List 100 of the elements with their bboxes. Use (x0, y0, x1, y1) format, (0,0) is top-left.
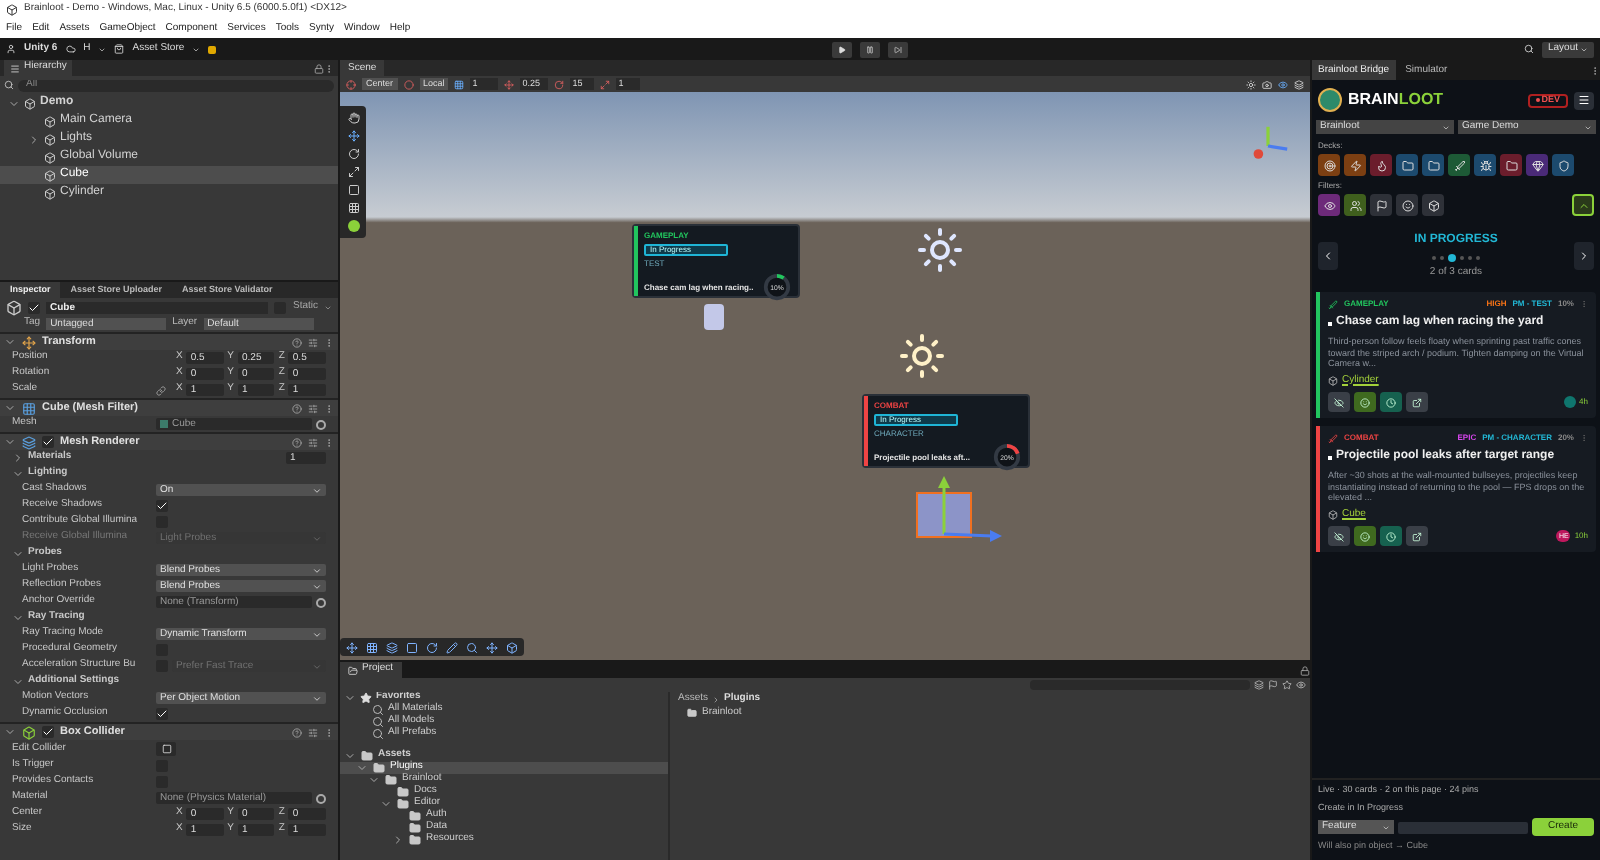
task-card[interactable] (1316, 292, 1596, 418)
camera-icon[interactable] (1262, 79, 1272, 89)
deck-button[interactable] (1552, 154, 1574, 176)
task-card[interactable] (1316, 426, 1596, 552)
expand-caret-icon[interactable] (380, 798, 392, 810)
expand-caret-icon[interactable] (8, 97, 20, 109)
target-icon[interactable] (316, 793, 326, 803)
filter-button[interactable] (1422, 194, 1444, 216)
tool-icon[interactable] (347, 202, 359, 214)
filter-icon (1375, 199, 1387, 211)
app-logo-icon (6, 4, 18, 16)
overlay-tool-icon[interactable] (386, 641, 398, 653)
step-button[interactable] (888, 41, 909, 57)
deck-button[interactable] (1396, 154, 1418, 176)
filter-button[interactable] (1396, 194, 1418, 216)
filter-icon[interactable] (1296, 680, 1306, 690)
store-bag-icon[interactable] (114, 44, 125, 54)
help-icon[interactable] (292, 403, 302, 413)
expand-caret-icon[interactable] (12, 548, 24, 560)
deck-button[interactable] (1318, 154, 1340, 176)
card-action-button[interactable] (1406, 392, 1428, 412)
filter-button[interactable] (1344, 194, 1366, 216)
space-icon (403, 79, 414, 89)
filter-button[interactable] (1318, 194, 1340, 216)
checkbox[interactable] (42, 726, 54, 738)
deck-button[interactable] (1448, 154, 1470, 176)
component-tool-icon[interactable] (347, 220, 359, 232)
checkbox[interactable] (156, 500, 168, 512)
checkbox[interactable] (28, 301, 40, 313)
link-icon[interactable] (156, 385, 166, 395)
lock-icon[interactable] (1300, 665, 1310, 675)
filter-icon[interactable] (1254, 680, 1264, 690)
pause-button[interactable] (860, 41, 881, 57)
deck-button[interactable] (1344, 154, 1366, 176)
checkbox[interactable] (156, 708, 168, 720)
help-icon[interactable] (292, 437, 302, 447)
eye-off-icon (1334, 397, 1344, 407)
edit-collider-button[interactable] (156, 742, 176, 756)
search-field[interactable] (1030, 680, 1250, 690)
layers-icon[interactable] (1294, 79, 1304, 89)
next-button[interactable] (1574, 242, 1594, 270)
grid-icon[interactable] (454, 79, 465, 89)
collapse-caret-icon[interactable] (392, 834, 404, 846)
deck-button[interactable] (1474, 154, 1496, 176)
card-action-button[interactable] (1328, 392, 1350, 412)
overlay-tool-icon[interactable] (486, 641, 498, 653)
card-action-button[interactable] (1328, 526, 1350, 546)
tool-icon[interactable] (347, 184, 359, 196)
account-icon[interactable] (6, 44, 16, 54)
collapse-caret-icon[interactable] (12, 452, 24, 464)
card-action-button[interactable] (1354, 526, 1376, 546)
search-icon[interactable] (4, 80, 14, 90)
filter-icon[interactable] (1282, 680, 1292, 690)
lock-icon[interactable] (314, 63, 324, 73)
tool-icon[interactable] (347, 130, 359, 142)
checkbox[interactable] (42, 436, 54, 448)
target-icon[interactable] (316, 419, 326, 429)
filter-button[interactable] (1370, 194, 1392, 216)
overlay-tool-icon[interactable] (446, 641, 458, 653)
deck-button[interactable] (1526, 154, 1548, 176)
expand-caret-icon[interactable] (12, 468, 24, 480)
overlay-tool-icon[interactable] (406, 641, 418, 653)
deck-button[interactable] (1422, 154, 1444, 176)
expand-caret-icon[interactable] (368, 774, 380, 786)
tool-icon[interactable] (347, 112, 359, 124)
play-button[interactable] (832, 41, 853, 57)
cloud-icon[interactable] (65, 44, 76, 54)
tool-icon[interactable] (347, 148, 359, 160)
expand-caret-icon[interactable] (12, 612, 24, 624)
filter-icon[interactable] (1268, 680, 1278, 690)
overlay-tool-icon[interactable] (506, 641, 518, 653)
expand-caret-icon[interactable] (344, 692, 356, 704)
expand-caret-icon[interactable] (12, 676, 24, 688)
target-icon[interactable] (316, 597, 326, 607)
lighting-toggle-icon[interactable] (1246, 79, 1256, 89)
collapse-button[interactable] (1572, 194, 1594, 216)
overlay-tool-icon[interactable] (426, 641, 438, 653)
search-icon[interactable] (1524, 44, 1534, 54)
notification-icon[interactable] (208, 45, 217, 53)
visibility-icon[interactable] (1278, 79, 1288, 89)
collapse-caret-icon[interactable] (28, 133, 40, 145)
presets-icon[interactable] (308, 337, 318, 347)
help-icon[interactable] (292, 727, 302, 737)
menu-button[interactable] (1574, 91, 1594, 109)
overlay-tool-icon[interactable] (466, 641, 478, 653)
card-action-button[interactable] (1380, 526, 1402, 546)
previous-button[interactable] (1318, 242, 1338, 270)
presets-icon[interactable] (308, 403, 318, 413)
card-action-button[interactable] (1406, 526, 1428, 546)
expand-caret-icon[interactable] (344, 750, 356, 762)
logo-icon (1318, 88, 1342, 112)
presets-icon[interactable] (308, 727, 318, 737)
presets-icon[interactable] (308, 437, 318, 447)
card-action-button[interactable] (1354, 392, 1376, 412)
help-icon[interactable] (292, 337, 302, 347)
card-action-button[interactable] (1380, 392, 1402, 412)
deck-button[interactable] (1370, 154, 1392, 176)
title-input-field[interactable] (1398, 821, 1528, 834)
overlay-tool-icon[interactable] (366, 641, 378, 653)
overlay-tool-icon[interactable] (346, 641, 358, 653)
